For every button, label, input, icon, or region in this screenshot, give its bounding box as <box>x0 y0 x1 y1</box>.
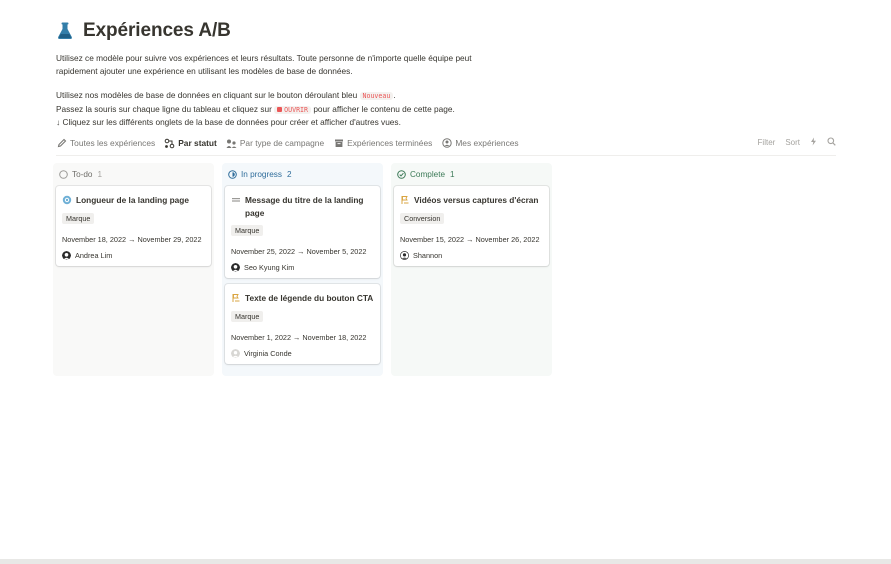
pencil-icon <box>56 138 67 149</box>
description-line: Utilisez ce modèle pour suivre vos expér… <box>56 53 472 63</box>
view-toolbar: Filter Sort <box>748 137 836 148</box>
tab-mes-experiences[interactable]: Mes expériences <box>441 133 519 153</box>
column-header[interactable]: In progress 2 <box>225 166 380 183</box>
search-icon[interactable] <box>827 137 836 148</box>
text-lines-icon <box>231 195 241 205</box>
column-header[interactable]: Complete 1 <box>394 166 549 183</box>
avatar <box>231 348 240 358</box>
instruction-text: . <box>393 90 396 100</box>
column-label: In progress <box>241 170 282 179</box>
open-code-text: OUVRIR <box>284 105 308 114</box>
card-assignee: Shannon <box>400 250 543 260</box>
kanban-board: To-do 1 Longueur de la landing page Marq… <box>53 163 560 376</box>
card-assignee: Seo Kyung Kim <box>231 263 374 272</box>
instruction-text: Utilisez nos modèles de base de données … <box>56 90 358 100</box>
avatar <box>231 263 240 272</box>
tab-label: Par statut <box>178 138 217 148</box>
board-card[interactable]: Texte de légende du bouton CTA Marque No… <box>225 284 380 364</box>
archive-icon <box>333 138 344 149</box>
megaphone-icon <box>226 138 237 149</box>
avatar <box>400 250 409 260</box>
flag-icon <box>231 293 241 303</box>
card-tag: Conversion <box>400 212 445 224</box>
check-circle-icon <box>397 170 406 179</box>
description-line: rapidement ajouter une expérience en uti… <box>56 65 353 76</box>
card-title-row: Vidéos versus captures d'écran <box>400 194 543 207</box>
card-title-row: Texte de légende du bouton CTA <box>231 292 374 305</box>
view-tabs: Toutes les expériences Par statut Par ty… <box>56 133 836 156</box>
board-column-complete: Complete 1 Vidéos versus captures d'écra… <box>391 163 552 376</box>
instruction-text: pour afficher le contenu de cette page. <box>313 103 455 114</box>
card-assignee: Virginia Conde <box>231 348 374 358</box>
tab-label: Toutes les expériences <box>70 138 156 148</box>
card-dates: November 25, 2022 → November 5, 2022 <box>231 247 367 256</box>
tab-par-type-de-campagne[interactable]: Par type de campagne <box>226 133 324 153</box>
assignee-name: Shannon <box>413 250 443 260</box>
new-code-label: Nouveau <box>359 92 394 100</box>
todo-status-icon <box>59 170 68 179</box>
status-icon <box>164 138 175 149</box>
board-card[interactable]: Message du titre de la landing page Marq… <box>225 186 380 278</box>
filter-button[interactable]: Filter <box>758 138 776 147</box>
card-title: Message du titre de la landing page <box>245 195 364 218</box>
tab-label: Expériences terminées <box>347 138 433 148</box>
tab-toutes-les-experiences[interactable]: Toutes les expériences <box>56 133 155 153</box>
window-bottom-edge <box>0 559 891 564</box>
tab-par-statut[interactable]: Par statut <box>164 133 217 156</box>
column-count: 1 <box>450 170 455 179</box>
card-assignee: Andrea Lim <box>62 250 205 260</box>
automation-icon[interactable] <box>810 137 817 148</box>
assignee-name: Seo Kyung Kim <box>244 263 295 272</box>
board-card[interactable]: Vidéos versus captures d'écran Conversio… <box>394 186 549 266</box>
sort-button[interactable]: Sort <box>785 138 800 147</box>
column-label: Complete <box>410 170 446 179</box>
card-dates: November 1, 2022 → November 18, 2022 <box>231 332 367 342</box>
instruction-line: Utilisez nos modèles de base de données … <box>56 89 526 103</box>
tab-label: Par type de campagne <box>239 138 325 148</box>
page-header: Expériences A/B <box>56 18 856 44</box>
instruction-text: Passez la souris sur chaque ligne du tab… <box>56 103 272 114</box>
column-count: 1 <box>97 170 103 179</box>
card-title: Texte de légende du bouton CTA <box>245 293 374 303</box>
tab-label: Mes expériences <box>455 138 519 148</box>
card-dates: November 15, 2022 → November 26, 2022 <box>400 234 540 244</box>
instruction-line: ↓ Cliquez sur les différents onglets de … <box>56 117 401 127</box>
card-dates: November 18, 2022 → November 29, 2022 <box>62 234 202 244</box>
card-title-row: Message du titre de la landing page <box>231 194 374 219</box>
open-box-icon <box>277 107 283 112</box>
in-progress-status-icon <box>228 170 237 179</box>
globe-icon <box>62 195 72 205</box>
card-tag: Marque <box>62 212 95 224</box>
column-count: 2 <box>286 170 292 179</box>
board-column-in-progress: In progress 2 Message du titre de la lan… <box>222 163 383 376</box>
board-card[interactable]: Longueur de la landing page Marque Novem… <box>56 186 211 266</box>
board-column-todo: To-do 1 Longueur de la landing page Marq… <box>53 163 214 376</box>
card-title: Vidéos versus captures d'écran <box>414 195 539 205</box>
assignee-name: Andrea Lim <box>75 250 113 260</box>
avatar <box>62 250 71 260</box>
card-title-row: Longueur de la landing page <box>62 194 205 207</box>
tabs-divider <box>56 155 836 156</box>
column-header[interactable]: To-do 1 <box>56 166 211 183</box>
card-title: Longueur de la landing page <box>76 195 189 205</box>
flag-icon <box>400 195 410 205</box>
flask-icon <box>57 21 75 41</box>
instruction-line: Passez la souris sur chaque ligne du tab… <box>56 103 526 117</box>
open-code-label: OUVRIR <box>274 105 311 114</box>
column-label: To-do <box>72 170 93 179</box>
user-circle-icon <box>441 138 452 149</box>
page-content: Expériences A/B Utilisez ce modèle pour … <box>53 18 856 376</box>
card-tag: Marque <box>231 225 264 236</box>
page-description: Utilisez ce modèle pour suivre vos expér… <box>56 52 526 129</box>
card-tag: Marque <box>231 310 264 322</box>
page-title: Expériences A/B <box>83 20 231 41</box>
assignee-name: Virginia Conde <box>244 348 292 358</box>
tab-experiences-terminees[interactable]: Expériences terminées <box>333 133 432 153</box>
